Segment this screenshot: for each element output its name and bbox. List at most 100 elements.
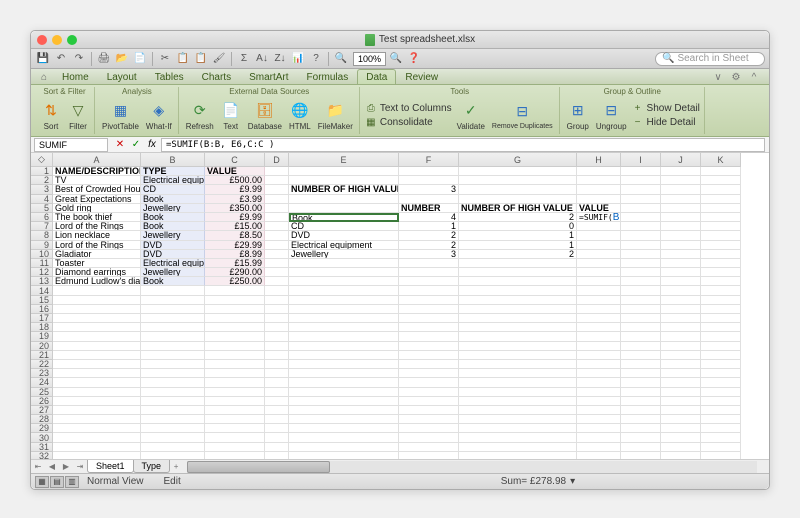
cell-A28[interactable] (53, 415, 141, 424)
cell-C28[interactable] (205, 415, 265, 424)
cell-H14[interactable] (577, 286, 621, 295)
cell-H1[interactable] (577, 167, 621, 176)
cell-J30[interactable] (661, 433, 701, 442)
cell-E7[interactable]: CD (289, 222, 399, 231)
page-break-view-icon[interactable]: ▥ (65, 476, 79, 488)
cell-F30[interactable] (399, 433, 459, 442)
cell-C21[interactable] (205, 351, 265, 360)
cell-G19[interactable] (459, 332, 577, 341)
cell-D5[interactable] (265, 204, 289, 213)
cell-I28[interactable] (621, 415, 661, 424)
cell-I6[interactable] (621, 213, 661, 222)
cell-C13[interactable]: £250.00 (205, 277, 265, 286)
col-header-A[interactable]: A (53, 153, 141, 167)
cell-C2[interactable]: £500.00 (205, 176, 265, 185)
format-painter-icon[interactable]: 🖌 (211, 51, 227, 67)
cell-K16[interactable] (701, 305, 741, 314)
cell-B26[interactable] (141, 397, 205, 406)
cell-K22[interactable] (701, 360, 741, 369)
cell-J20[interactable] (661, 342, 701, 351)
cell-K8[interactable] (701, 231, 741, 240)
cell-A17[interactable] (53, 314, 141, 323)
cell-A12[interactable]: Diamond earrings (53, 268, 141, 277)
cell-E2[interactable] (289, 176, 399, 185)
cell-H10[interactable] (577, 250, 621, 259)
filter-button[interactable]: ▽Filter (66, 100, 90, 132)
cell-B16[interactable] (141, 305, 205, 314)
ribbon-tab-review[interactable]: Review (396, 69, 447, 84)
fx-icon[interactable]: fx (145, 138, 159, 152)
cell-B2[interactable]: Electrical equipment (141, 176, 205, 185)
cell-K23[interactable] (701, 369, 741, 378)
cell-D14[interactable] (265, 286, 289, 295)
cell-B32[interactable] (141, 452, 205, 459)
cell-K12[interactable] (701, 268, 741, 277)
cell-D8[interactable] (265, 231, 289, 240)
cell-E14[interactable] (289, 286, 399, 295)
cell-J3[interactable] (661, 185, 701, 194)
cell-E26[interactable] (289, 397, 399, 406)
cell-B18[interactable] (141, 323, 205, 332)
cell-C20[interactable] (205, 342, 265, 351)
cell-D28[interactable] (265, 415, 289, 424)
zoom-out-icon[interactable]: 🔍 (333, 51, 349, 67)
cell-B12[interactable]: Jewellery (141, 268, 205, 277)
cell-F9[interactable]: 2 (399, 241, 459, 250)
cell-B27[interactable] (141, 406, 205, 415)
cell-H13[interactable] (577, 277, 621, 286)
cell-K5[interactable] (701, 204, 741, 213)
cell-B5[interactable]: Jewellery (141, 204, 205, 213)
cell-H26[interactable] (577, 397, 621, 406)
cell-C17[interactable] (205, 314, 265, 323)
col-header-F[interactable]: F (399, 153, 459, 167)
filemaker-button[interactable]: 📁FileMaker (316, 100, 355, 132)
zoom-level[interactable]: 100% (353, 52, 386, 66)
cell-K32[interactable] (701, 452, 741, 459)
cell-I2[interactable] (621, 176, 661, 185)
status-sum[interactable]: Sum= £278.98 (501, 476, 566, 487)
cell-F5[interactable]: NUMBER (399, 204, 459, 213)
cell-K26[interactable] (701, 397, 741, 406)
cell-E29[interactable] (289, 424, 399, 433)
cell-E8[interactable]: DVD (289, 231, 399, 240)
cell-B13[interactable]: Book (141, 277, 205, 286)
cancel-formula-icon[interactable]: ✕ (113, 138, 127, 152)
cell-E20[interactable] (289, 342, 399, 351)
cell-K21[interactable] (701, 351, 741, 360)
cell-D17[interactable] (265, 314, 289, 323)
cell-C4[interactable]: £3.99 (205, 195, 265, 204)
cell-H17[interactable] (577, 314, 621, 323)
cell-I14[interactable] (621, 286, 661, 295)
cell-C10[interactable]: £8.99 (205, 250, 265, 259)
cell-F23[interactable] (399, 369, 459, 378)
cell-G1[interactable] (459, 167, 577, 176)
cell-A1[interactable]: NAME/DESCRIPTION (53, 167, 141, 176)
cell-A26[interactable] (53, 397, 141, 406)
cell-I10[interactable] (621, 250, 661, 259)
cell-F20[interactable] (399, 342, 459, 351)
cell-C9[interactable]: £29.99 (205, 241, 265, 250)
cell-K27[interactable] (701, 406, 741, 415)
cell-J22[interactable] (661, 360, 701, 369)
cell-H25[interactable] (577, 388, 621, 397)
cell-H3[interactable] (577, 185, 621, 194)
cell-G17[interactable] (459, 314, 577, 323)
horizontal-scrollbar[interactable] (187, 461, 757, 473)
cell-A11[interactable]: Toaster (53, 259, 141, 268)
remove-duplicates-button[interactable]: ⊟Remove Duplicates (490, 101, 555, 131)
cell-D2[interactable] (265, 176, 289, 185)
cell-D30[interactable] (265, 433, 289, 442)
undo-icon[interactable]: ↶ (53, 51, 69, 67)
cell-J14[interactable] (661, 286, 701, 295)
cell-D4[interactable] (265, 195, 289, 204)
cell-E12[interactable] (289, 268, 399, 277)
cell-F6[interactable]: 4 (399, 213, 459, 222)
cell-J19[interactable] (661, 332, 701, 341)
cell-E9[interactable]: Electrical equipment (289, 241, 399, 250)
cell-E24[interactable] (289, 378, 399, 387)
cell-F29[interactable] (399, 424, 459, 433)
col-header-K[interactable]: K (701, 153, 741, 167)
cell-J10[interactable] (661, 250, 701, 259)
col-header-C[interactable]: C (205, 153, 265, 167)
cell-E13[interactable] (289, 277, 399, 286)
